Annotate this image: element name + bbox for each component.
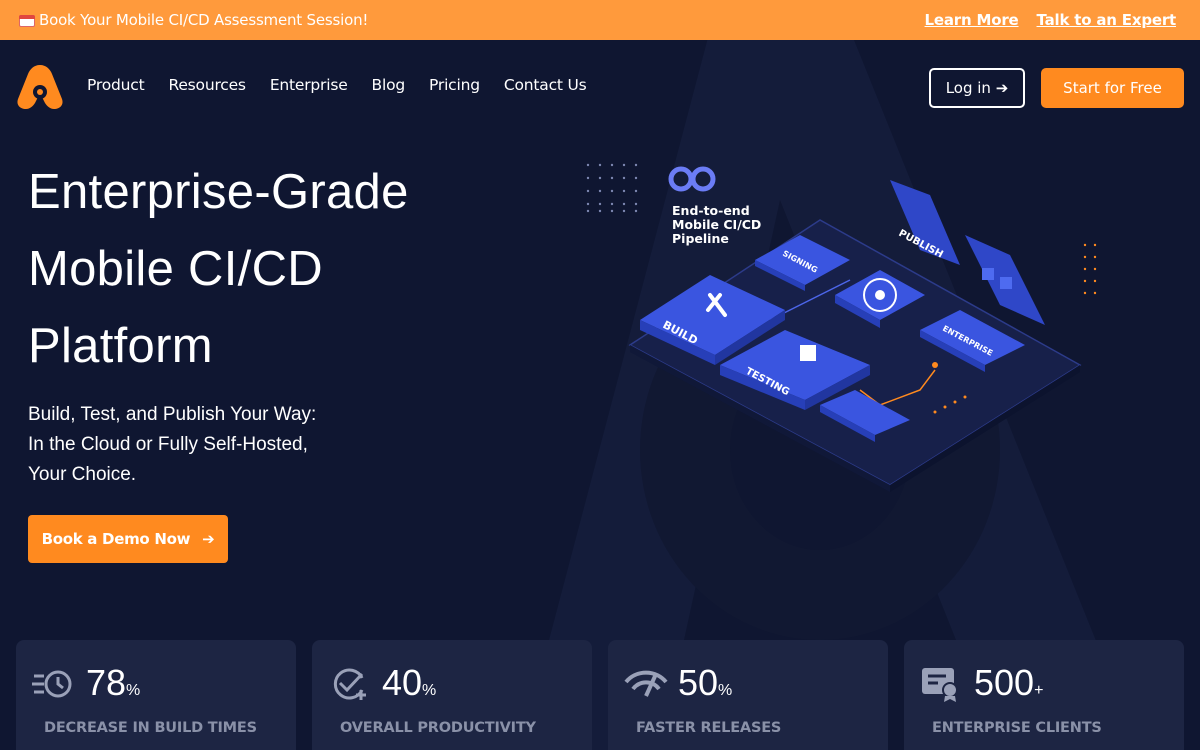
announcement-text: Book Your Mobile CI/CD Assessment Sessio… xyxy=(39,11,369,29)
hero-subtitle-line: Build, Test, and Publish Your Way: xyxy=(28,404,317,425)
main-nav: Product Resources Enterprise Blog Pricin… xyxy=(87,76,587,94)
nav-blog[interactable]: Blog xyxy=(372,76,406,94)
nav-enterprise[interactable]: Enterprise xyxy=(270,76,348,94)
stat-label: FASTER RELEASES xyxy=(636,720,782,736)
pipeline-label-line: Mobile CI/CD xyxy=(672,217,762,232)
hero-title-line: Platform xyxy=(28,319,213,373)
pipeline-label-line: End-to-end xyxy=(672,203,750,218)
stat-label: ENTERPRISE CLIENTS xyxy=(932,720,1102,736)
nav-pricing[interactable]: Pricing xyxy=(429,76,480,94)
hero-title-line: Mobile CI/CD xyxy=(28,242,323,296)
hero-title-line: Enterprise-Grade xyxy=(28,165,409,219)
pipeline-label-line: Pipeline xyxy=(672,231,729,246)
stat-card-build-times: 78% DECREASE IN BUILD TIMES xyxy=(16,640,296,750)
book-demo-label: Book a Demo Now xyxy=(41,530,191,548)
stat-card-releases: 50% FASTER RELEASES xyxy=(608,640,888,750)
stat-card-clients: 500+ ENTERPRISE CLIENTS xyxy=(904,640,1184,750)
arrow-right-icon: ➔ xyxy=(202,530,215,548)
pipeline-label: End-to-end Mobile CI/CD Pipeline xyxy=(672,204,761,246)
announcement-bar: Book Your Mobile CI/CD Assessment Sessio… xyxy=(0,0,1200,40)
nav-resources[interactable]: Resources xyxy=(168,76,246,94)
nav-product[interactable]: Product xyxy=(87,76,145,94)
certificate-icon xyxy=(922,668,958,702)
learn-more-link[interactable]: Learn More xyxy=(925,11,1019,29)
stat-card-productivity: 40% OVERALL PRODUCTIVITY xyxy=(312,640,592,750)
calendar-icon xyxy=(18,12,36,28)
pipeline-illustration: BUILD SIGNING TESTING PUBLISH ENTERPRISE xyxy=(586,163,1097,492)
brand-logo[interactable] xyxy=(16,63,64,111)
talk-expert-link[interactable]: Talk to an Expert xyxy=(1037,11,1177,29)
stat-value: 50% xyxy=(678,662,733,703)
clock-speed-icon xyxy=(32,670,72,698)
signal-speed-icon xyxy=(624,670,668,697)
hero-subtitle: Build, Test, and Publish Your Way: In th… xyxy=(28,400,428,490)
check-plus-icon xyxy=(333,668,366,700)
login-button[interactable]: Log in ➔ xyxy=(929,68,1025,108)
stat-value: 78% xyxy=(86,662,141,703)
stat-label: OVERALL PRODUCTIVITY xyxy=(340,720,536,736)
book-demo-button[interactable]: Book a Demo Now ➔ xyxy=(28,515,228,563)
start-free-button[interactable]: Start for Free xyxy=(1041,68,1184,108)
stat-value: 500+ xyxy=(974,662,1044,703)
stat-label: DECREASE IN BUILD TIMES xyxy=(44,720,257,736)
nav-contact-us[interactable]: Contact Us xyxy=(504,76,587,94)
announcement-links: Learn More Talk to an Expert xyxy=(925,0,1177,40)
infinity-loop-icon xyxy=(668,166,716,192)
stat-value: 40% xyxy=(382,662,437,703)
hero-subtitle-line: In the Cloud or Fully Self-Hosted, xyxy=(28,434,308,455)
hero-title: Enterprise-Grade Mobile CI/CD Platform xyxy=(28,154,568,385)
hero-subtitle-line: Your Choice. xyxy=(28,464,137,485)
